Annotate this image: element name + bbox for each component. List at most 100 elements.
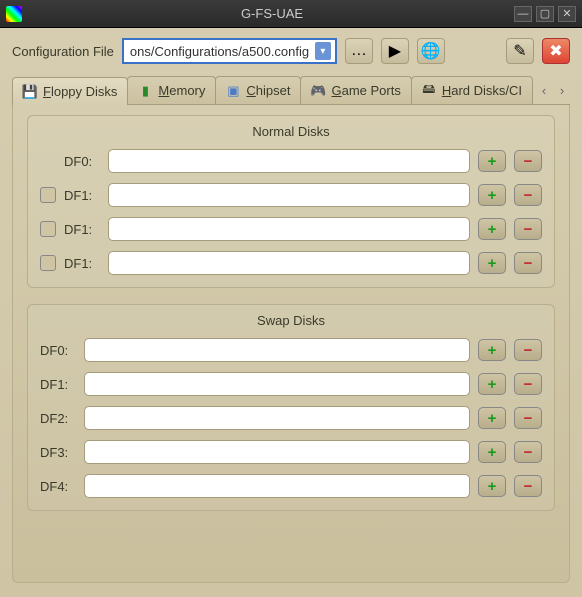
remove-button[interactable]: − [514, 218, 542, 240]
play-icon: ▶ [389, 41, 401, 61]
tab-scroll-left[interactable]: ‹ [536, 80, 552, 100]
add-button[interactable]: + [478, 407, 506, 429]
tab-memory[interactable]: ▮ Memory [127, 76, 216, 104]
drive-label: DF4: [40, 479, 76, 494]
tab-label: Floppy Disks [43, 84, 117, 99]
remove-button[interactable]: − [514, 441, 542, 463]
add-button[interactable]: + [478, 218, 506, 240]
tab-game-ports[interactable]: 🎮 Game Ports [300, 76, 411, 104]
drive-label: DF3: [40, 445, 76, 460]
normal-disks-group: Normal Disks DF0: + − DF1: + − [27, 115, 555, 288]
ellipsis-icon: … [351, 42, 367, 60]
close-window-button[interactable]: ✕ [558, 6, 576, 22]
enable-checkbox[interactable] [40, 255, 56, 271]
gamepad-icon: 🎮 [311, 84, 325, 98]
add-button[interactable]: + [478, 441, 506, 463]
minimize-button[interactable]: — [514, 6, 532, 22]
config-file-label: Configuration File [12, 44, 114, 59]
tab-label: Memory [158, 83, 205, 98]
minus-icon: − [524, 342, 533, 359]
app-window: G-FS-UAE — ▢ ✕ Configuration File ons/Co… [0, 0, 582, 597]
tab-label: Hard Disks/CI [442, 83, 522, 98]
df0-input[interactable] [108, 149, 470, 173]
disk-row: DF1: + − [40, 372, 542, 396]
drive-label: DF0: [40, 343, 76, 358]
disk-row: DF0: + − [40, 338, 542, 362]
plus-icon: + [488, 255, 497, 272]
swap-disks-group: Swap Disks DF0: + − DF1: + − DF2: + [27, 304, 555, 511]
drive-label: DF2: [40, 411, 76, 426]
minus-icon: − [524, 153, 533, 170]
disk-row: DF1: + − [40, 251, 542, 275]
add-button[interactable]: + [478, 339, 506, 361]
enable-checkbox[interactable] [40, 187, 56, 203]
play-button[interactable]: ▶ [381, 38, 409, 64]
swap-df0-input[interactable] [84, 338, 470, 362]
plus-icon: + [488, 444, 497, 461]
minus-icon: − [524, 444, 533, 461]
plus-icon: + [488, 478, 497, 495]
add-button[interactable]: + [478, 184, 506, 206]
remove-button[interactable]: − [514, 339, 542, 361]
swap-df1-input[interactable] [84, 372, 470, 396]
plus-icon: + [488, 410, 497, 427]
drive-label: DF1: [64, 256, 100, 271]
minus-icon: − [524, 376, 533, 393]
remove-button[interactable]: − [514, 475, 542, 497]
window-title: G-FS-UAE [30, 6, 514, 21]
plus-icon: + [488, 376, 497, 393]
swap-df2-input[interactable] [84, 406, 470, 430]
maximize-button[interactable]: ▢ [536, 6, 554, 22]
add-button[interactable]: + [478, 252, 506, 274]
globe-button[interactable]: 🌐 [417, 38, 445, 64]
disk-row: DF4: + − [40, 474, 542, 498]
normal-disks-title: Normal Disks [40, 124, 542, 139]
config-file-select[interactable]: ons/Configurations/a500.config ▾ [122, 38, 337, 64]
content-area: Configuration File ons/Configurations/a5… [0, 28, 582, 597]
remove-button[interactable]: − [514, 373, 542, 395]
pencil-icon: ✎ [513, 41, 526, 61]
config-row: Configuration File ons/Configurations/a5… [12, 38, 570, 64]
tab-panel: Normal Disks DF0: + − DF1: + − [12, 105, 570, 583]
add-button[interactable]: + [478, 475, 506, 497]
add-button[interactable]: + [478, 373, 506, 395]
remove-button[interactable]: − [514, 184, 542, 206]
tab-label: Game Ports [331, 83, 400, 98]
drive-label: DF1: [64, 222, 100, 237]
minus-icon: − [524, 478, 533, 495]
swap-df3-input[interactable] [84, 440, 470, 464]
drive-label: DF1: [40, 377, 76, 392]
window-controls: — ▢ ✕ [514, 6, 576, 22]
df1-input[interactable] [108, 251, 470, 275]
floppy-icon: 💾 [23, 85, 37, 99]
minus-icon: − [524, 221, 533, 238]
df1-input[interactable] [108, 217, 470, 241]
tab-floppy-disks[interactable]: 💾 Floppy Disks [12, 77, 128, 105]
add-button[interactable]: + [478, 150, 506, 172]
close-icon: ✖ [549, 41, 562, 61]
minus-icon: − [524, 255, 533, 272]
tab-scroll: ‹ › [532, 80, 570, 100]
remove-button[interactable]: − [514, 252, 542, 274]
enable-checkbox[interactable] [40, 221, 56, 237]
remove-button[interactable]: − [514, 150, 542, 172]
df1-input[interactable] [108, 183, 470, 207]
remove-button[interactable]: − [514, 407, 542, 429]
tab-hard-disks[interactable]: 🖴 Hard Disks/CI [411, 76, 533, 104]
tab-chipset[interactable]: ▣ Chipset [215, 76, 301, 104]
config-file-value: ons/Configurations/a500.config [130, 44, 309, 59]
tab-label: Chipset [246, 83, 290, 98]
edit-button[interactable]: ✎ [506, 38, 534, 64]
swap-df4-input[interactable] [84, 474, 470, 498]
disk-row: DF1: + − [40, 183, 542, 207]
drive-label: DF0: [64, 154, 100, 169]
swap-disks-title: Swap Disks [40, 313, 542, 328]
plus-icon: + [488, 342, 497, 359]
plus-icon: + [488, 153, 497, 170]
browse-button[interactable]: … [345, 38, 373, 64]
minus-icon: − [524, 187, 533, 204]
disk-row: DF0: + − [40, 149, 542, 173]
harddisk-icon: 🖴 [422, 84, 436, 98]
tab-scroll-right[interactable]: › [554, 80, 570, 100]
exit-button[interactable]: ✖ [542, 38, 570, 64]
